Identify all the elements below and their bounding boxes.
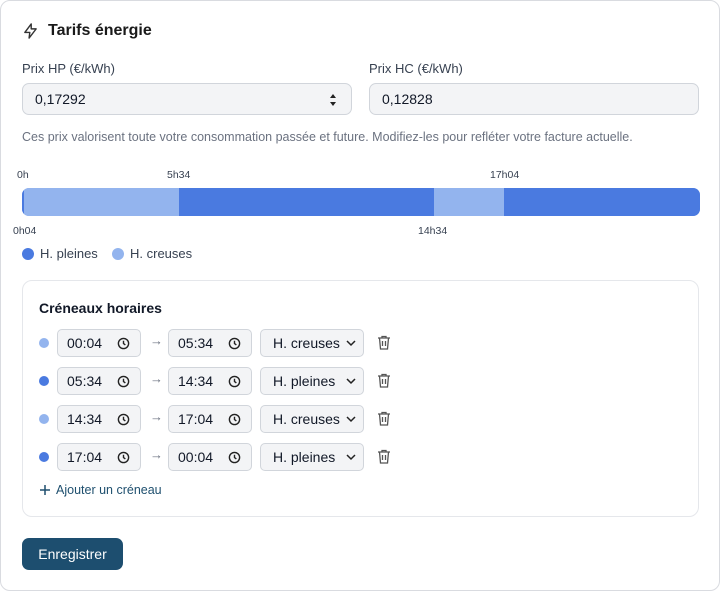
legend-label: H. pleines [40, 246, 98, 261]
trash-icon[interactable] [377, 335, 391, 350]
energy-tariffs-card: Tarifs énergie Prix HP (€/kWh) 0,17292 P… [0, 0, 720, 591]
slot-start-value: 17:04 [67, 449, 103, 465]
plus-icon [40, 485, 50, 495]
clock-icon[interactable] [117, 413, 130, 426]
legend-pleines: H. pleines [22, 246, 98, 261]
slot-type-value: H. creuses [273, 335, 340, 351]
clock-icon[interactable] [228, 375, 241, 388]
slot-type-select[interactable]: H. pleines [260, 367, 364, 395]
hp-price-label: Prix HP (€/kWh) [22, 61, 115, 76]
timeline-segment-pleines [179, 188, 434, 216]
chevron-down-icon [346, 454, 356, 461]
slot-end-time[interactable]: 17:04 [168, 405, 252, 433]
clock-icon[interactable] [117, 337, 130, 350]
timeline-bar [22, 188, 700, 216]
hc-price-input[interactable]: 0,12828 [369, 83, 699, 115]
stepper-icon[interactable] [329, 92, 337, 108]
chevron-down-icon [346, 378, 356, 385]
slot-end-value: 14:34 [178, 373, 214, 389]
slot-type-dot [39, 452, 49, 462]
trash-icon[interactable] [377, 449, 391, 464]
slot-start-value: 00:04 [67, 335, 103, 351]
slot-type-select[interactable]: H. pleines [260, 443, 364, 471]
clock-icon[interactable] [117, 375, 130, 388]
timeline-tick: 0h04 [13, 225, 37, 237]
arrow-right-icon: → [150, 333, 163, 348]
slot-type-select[interactable]: H. creuses [260, 329, 364, 357]
slot-type-select[interactable]: H. creuses [260, 405, 364, 433]
slot-type-value: H. pleines [273, 449, 336, 465]
trash-icon[interactable] [377, 411, 391, 426]
slot-row: 14:34 → 17:04 H. creuses [39, 405, 439, 433]
add-slot-label: Ajouter un créneau [56, 483, 162, 497]
slot-row: 05:34 → 14:34 H. pleines [39, 367, 439, 395]
chevron-down-icon [346, 416, 356, 423]
clock-icon[interactable] [228, 337, 241, 350]
slot-type-value: H. pleines [273, 373, 336, 389]
price-hint: Ces prix valorisent toute votre consomma… [22, 130, 633, 144]
slot-start-time[interactable]: 00:04 [57, 329, 141, 357]
slot-type-value: H. creuses [273, 411, 340, 427]
slot-end-time[interactable]: 05:34 [168, 329, 252, 357]
legend-dot [112, 247, 124, 260]
timeline-segment-pleines [504, 188, 700, 216]
slot-end-value: 17:04 [178, 411, 214, 427]
trash-icon[interactable] [377, 373, 391, 388]
hp-price-value: 0,17292 [35, 91, 86, 107]
legend-dot [22, 247, 34, 260]
timeline-segment-creuses [23, 188, 180, 216]
lightning-icon [24, 23, 37, 39]
timeline-tick: 14h34 [418, 225, 448, 237]
slots-title: Créneaux horaires [39, 300, 162, 316]
timeline-tick: 17h04 [490, 169, 520, 181]
hc-price-value: 0,12828 [382, 91, 433, 107]
slot-end-value: 00:04 [178, 449, 214, 465]
slot-start-time[interactable]: 05:34 [57, 367, 141, 395]
timeline-tick: 0h [17, 169, 29, 181]
clock-icon[interactable] [228, 451, 241, 464]
slot-type-dot [39, 414, 49, 424]
slot-start-value: 14:34 [67, 411, 103, 427]
slot-end-value: 05:34 [178, 335, 214, 351]
card-title-text: Tarifs énergie [48, 22, 152, 39]
slot-end-time[interactable]: 00:04 [168, 443, 252, 471]
clock-icon[interactable] [117, 451, 130, 464]
arrow-right-icon: → [150, 409, 163, 424]
legend-creuses: H. creuses [112, 246, 192, 261]
add-slot-button[interactable]: Ajouter un créneau [39, 483, 162, 497]
hp-price-input[interactable]: 0,17292 [22, 83, 352, 115]
slot-type-dot [39, 376, 49, 386]
timeline-tick: 5h34 [167, 169, 191, 181]
arrow-right-icon: → [150, 447, 163, 462]
card-title: Tarifs énergie [22, 22, 152, 40]
timeline-segment-pleines [22, 188, 24, 216]
slot-row: 00:04 → 05:34 H. creuses [39, 329, 439, 357]
slot-start-value: 05:34 [67, 373, 103, 389]
legend-label: H. creuses [130, 246, 193, 261]
timeline-segment-creuses [433, 188, 505, 216]
chevron-down-icon [346, 340, 356, 347]
slot-start-time[interactable]: 17:04 [57, 443, 141, 471]
slot-row: 17:04 → 00:04 H. pleines [39, 443, 439, 471]
slot-end-time[interactable]: 14:34 [168, 367, 252, 395]
save-button[interactable]: Enregistrer [22, 538, 123, 570]
slot-type-dot [39, 338, 49, 348]
slot-start-time[interactable]: 14:34 [57, 405, 141, 433]
arrow-right-icon: → [150, 371, 163, 386]
time-slots-panel: Créneaux horaires 00:04 → 05:34 H. creuses 0… [22, 280, 699, 517]
clock-icon[interactable] [228, 413, 241, 426]
hc-price-label: Prix HC (€/kWh) [369, 61, 463, 76]
